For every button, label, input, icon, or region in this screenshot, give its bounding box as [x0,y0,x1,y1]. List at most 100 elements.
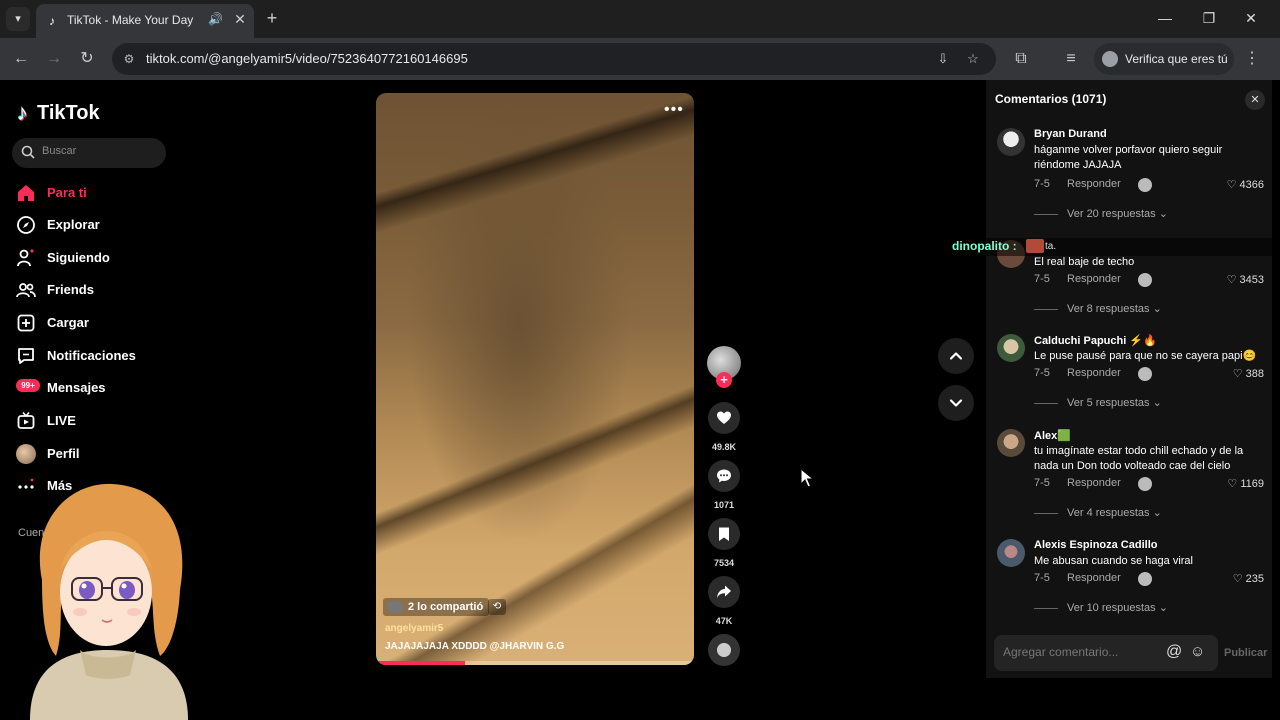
new-tab-plus-icon[interactable]: + [262,7,282,29]
comment-like-button[interactable]: ♡ 388 [1208,367,1264,380]
comment-username[interactable]: Alex🟩 [1034,429,1071,442]
window-close-icon[interactable]: ✕ [1236,6,1266,30]
sidebar-item-siguiendo[interactable]: Siguiendo [16,245,166,271]
view-replies-button[interactable]: Ver 8 respuestas ⌄ [1034,302,1162,315]
restore-icon[interactable]: ❐ [1194,6,1224,30]
sidebar-item-label: Mensajes [47,380,106,395]
video-more-options-icon[interactable]: ••• [664,101,684,119]
comment-text: tu imagínate estar todo chill echado y d… [1034,445,1244,472]
view-replies-label: Ver 8 respuestas [1067,303,1150,315]
chat-message-text: ta. [1045,241,1057,252]
speaker-icon[interactable]: 🔊 [208,12,223,26]
forward-arrow-icon[interactable]: → [42,47,66,71]
site-settings-icon[interactable]: ⚙ [120,50,138,68]
url-text: tiktok.com/@angelyamir5/video/7523640772… [146,51,468,66]
search-input[interactable] [42,145,160,157]
view-replies-button[interactable]: Ver 10 respuestas ⌄ [1034,601,1168,614]
profile-avatar [16,444,36,464]
comment-button[interactable] [708,460,740,492]
verify-profile-button[interactable]: Verifica que eres tú [1094,43,1234,75]
verify-label: Verifica que eres tú [1125,52,1228,66]
comment-item: Bryan Durand háganme volver porfavor qui… [986,128,1272,220]
video-author[interactable]: angelyamir5 [385,623,443,634]
comment-like-count: 1169 [1240,478,1264,490]
sidebar-item-friends[interactable]: Friends [16,277,166,303]
chat-emote-icon [1026,239,1044,253]
search-box[interactable] [12,138,166,168]
commenter-avatar[interactable] [997,429,1025,457]
share-indicator[interactable]: 2 lo compartió [383,598,490,616]
reply-button[interactable]: Responder [1067,273,1121,285]
tab-search-chevron-icon[interactable]: ▾ [6,7,30,31]
video-progress-bar[interactable] [376,661,694,665]
address-bar[interactable]: ⚙ tiktok.com/@angelyamir5/video/75236407… [112,43,996,75]
install-app-icon[interactable]: ⇩ [934,50,952,68]
comment-like-button[interactable]: ♡ 235 [1208,572,1264,585]
comment-date: 7-5 [1034,273,1050,285]
comment-username[interactable]: Calduchi Papuchi ⚡🔥 [1034,334,1157,347]
message-badge: 99+ [16,379,40,392]
comment-item: Alexis Espinoza Cadillo Me abusan cuando… [986,539,1272,629]
reply-button[interactable]: Responder [1067,572,1121,584]
next-video-button[interactable] [938,385,974,421]
music-disc-icon[interactable] [708,634,740,666]
home-icon [18,185,34,201]
chevron-down-icon [949,399,963,407]
browser-menu-icon[interactable]: ⋮ [1240,47,1264,71]
commenter-avatar[interactable] [997,334,1025,362]
sidebar-item-cargar[interactable]: Cargar [16,310,166,336]
sidebar-item-notificaciones[interactable]: Notificaciones [16,343,166,369]
comment-like-count: 4366 [1239,179,1264,191]
previous-video-button[interactable] [938,338,974,374]
tab-media-icon[interactable]: ≡ [1059,47,1083,71]
mention-at-icon[interactable]: @ [1166,643,1182,661]
view-replies-label: Ver 10 respuestas [1067,602,1156,614]
extensions-icon[interactable]: ⧉ [1009,47,1033,71]
view-replies-button[interactable]: Ver 20 respuestas ⌄ [1034,207,1168,220]
save-count: 7534 [713,558,735,568]
repost-icon[interactable]: ⟲ [488,599,506,615]
view-replies-button[interactable]: Ver 5 respuestas ⌄ [1034,396,1162,409]
reply-button[interactable]: Responder [1067,367,1121,379]
vtuber-avatar-overlay [30,483,188,720]
add-comment-input[interactable] [1003,645,1163,659]
profile-avatar-icon [1102,51,1118,67]
comment-like-count: 388 [1245,368,1264,380]
sidebar-item-para-ti[interactable]: Para ti [16,180,166,206]
comment-like-button[interactable]: ♡ 3453 [1208,273,1264,286]
sidebar-item-label: Friends [47,282,94,297]
emoji-icon[interactable]: ☺ [1190,643,1205,660]
commenter-avatar[interactable] [997,539,1025,567]
like-button[interactable] [708,402,740,434]
tab-close-icon[interactable]: ✕ [232,11,248,28]
sidebar-item-live[interactable]: LIVE [16,408,166,434]
sidebar-item-perfil[interactable]: Perfil [16,441,166,467]
browser-tab[interactable]: ♪ TikTok - Make Your Day 🔊 ✕ [36,4,254,38]
view-replies-button[interactable]: Ver 4 respuestas ⌄ [1034,506,1162,519]
comment-like-button[interactable]: ♡ 4366 [1208,178,1264,191]
video-player[interactable]: ••• 2 lo compartió ⟲ angelyamir5 JAJAJAJ… [376,93,694,665]
minimize-icon[interactable]: — [1150,6,1180,30]
live-icon [17,411,35,429]
close-comments-icon[interactable]: ✕ [1245,90,1265,110]
sidebar-item-explorar[interactable]: Explorar [16,212,166,238]
publish-button[interactable]: Publicar [1224,647,1267,659]
follow-plus-icon[interactable]: + [716,372,732,388]
share-button[interactable] [708,576,740,608]
reply-button[interactable]: Responder [1067,178,1121,190]
creator-liked-avatar [1138,572,1152,586]
commenter-avatar[interactable] [997,128,1025,156]
comment-username[interactable]: Alexis Espinoza Cadillo [1034,539,1157,551]
bookmark-star-icon[interactable]: ☆ [964,50,982,68]
comment-text: Le puse pausé para que no se cayera papi… [1034,350,1257,362]
comment-like-button[interactable]: ♡ 1169 [1208,477,1264,490]
chevron-up-icon [949,352,963,360]
reload-icon[interactable]: ↻ [75,47,99,71]
heart-icon [717,411,731,424]
save-button[interactable] [708,518,740,550]
sidebar-item-mensajes[interactable]: 99+ Mensajes [16,375,166,401]
reply-button[interactable]: Responder [1067,477,1121,489]
tiktok-favicon-icon: ♪ [49,14,55,28]
back-arrow-icon[interactable]: ← [9,47,33,71]
comment-username[interactable]: Bryan Durand [1034,128,1107,140]
